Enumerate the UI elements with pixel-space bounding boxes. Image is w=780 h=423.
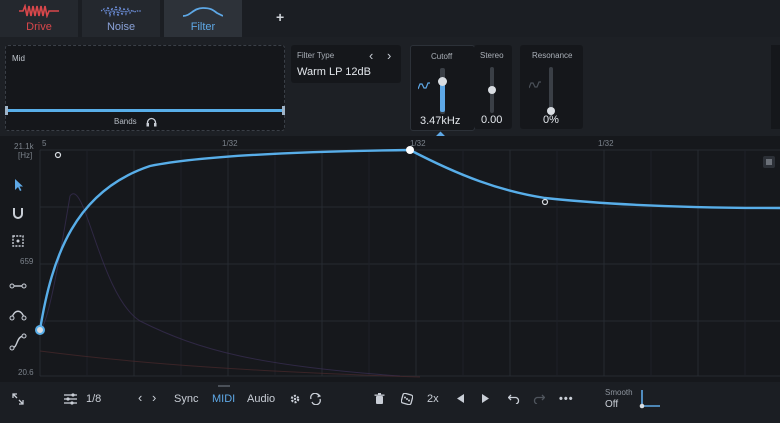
play-reverse-icon[interactable]: [457, 394, 465, 403]
resonance-value[interactable]: 0%: [543, 114, 559, 126]
stereo-slider-knob[interactable]: [488, 86, 496, 94]
envelope-start-point: [35, 325, 45, 335]
filter-type-prev-button[interactable]: ‹: [369, 48, 373, 63]
envelope-handle-2: [541, 198, 549, 206]
x-label-1: 1/32: [222, 139, 238, 148]
tab-filter[interactable]: Filter: [164, 0, 242, 37]
filter-type-label: Filter Type: [297, 51, 335, 60]
tab-noise[interactable]: Noise: [82, 0, 160, 37]
headphones-icon[interactable]: [146, 117, 157, 127]
midi-button[interactable]: MIDI: [212, 393, 235, 405]
draw-tools-column: [0, 162, 34, 362]
y-label-unit: [Hz]: [18, 151, 33, 160]
grid-settings-icon[interactable]: [64, 393, 77, 405]
band-left-handle[interactable]: [5, 106, 8, 115]
multiplier-button[interactable]: 2x: [427, 393, 439, 405]
loop-icon[interactable]: [309, 393, 322, 405]
expand-icon[interactable]: [12, 393, 24, 405]
cutoff-slider-knob[interactable]: [438, 77, 447, 87]
cutoff-panel: Cutoff 3.47kHz: [410, 45, 475, 131]
tab-noise-label: Noise: [106, 21, 136, 33]
line-tool-icon[interactable]: [8, 276, 28, 296]
redo-icon[interactable]: [532, 393, 545, 404]
noise-wave-icon: [101, 4, 141, 18]
cutoff-label: Cutoff: [431, 52, 453, 61]
resonance-label: Resonance: [532, 51, 573, 60]
drive-wave-icon: [19, 4, 59, 18]
dice-icon[interactable]: [401, 393, 413, 405]
spectrum-trace-purple: [39, 193, 401, 377]
gear-icon[interactable]: [289, 393, 301, 405]
envelope-graph[interactable]: [0, 136, 780, 382]
trash-icon[interactable]: [374, 393, 385, 405]
tab-filter-label: Filter: [190, 21, 216, 33]
cutoff-slider-fill: [440, 81, 445, 112]
next-panel-edge: [771, 45, 780, 129]
curve-tool-icon[interactable]: [8, 304, 28, 324]
x-label-2: 1/32: [410, 139, 426, 148]
tab-drive[interactable]: Drive: [0, 0, 78, 37]
tab-drive-label: Drive: [26, 21, 52, 33]
module-tab-bar: Drive Noise Filter +: [0, 0, 780, 37]
audio-button[interactable]: Audio: [247, 393, 275, 405]
stereo-value[interactable]: 0.00: [481, 114, 502, 126]
bands-footer-label: Bands: [114, 117, 137, 126]
filter-type-panel: Filter Type ‹ › Warm LP 12dB: [291, 45, 401, 83]
y-label-top: 21.1k: [14, 142, 34, 151]
band-right-handle[interactable]: [282, 106, 285, 115]
magnet-tool-icon[interactable]: [8, 203, 28, 223]
module-controls-row: Mid Bands Filter Type ‹ › Warm LP 12dB C…: [0, 37, 780, 142]
midi-indicator: [218, 385, 230, 387]
menu-lines-icon[interactable]: [763, 156, 775, 168]
undo-icon[interactable]: [508, 393, 521, 404]
envelope-handle-1: [54, 151, 62, 159]
band-name: Mid: [12, 54, 25, 63]
grid-prev-button[interactable]: ‹: [138, 390, 142, 405]
bottom-toolbar: 1/8 ‹ › Sync MIDI Audio 2x ••• Smooth Of…: [0, 382, 780, 423]
filter-type-next-button[interactable]: ›: [387, 48, 391, 63]
band-range-bar[interactable]: [6, 109, 284, 112]
resonance-panel: Resonance 0%: [520, 45, 583, 129]
select-tool-icon[interactable]: [8, 231, 28, 251]
grid-next-button[interactable]: ›: [152, 390, 156, 405]
filter-type-value[interactable]: Warm LP 12dB: [297, 66, 371, 78]
smooth-label: Smooth: [605, 388, 633, 397]
bands-panel[interactable]: Mid Bands: [5, 45, 285, 131]
smooth-value[interactable]: Off: [605, 399, 618, 410]
lfo-wave-icon[interactable]: [418, 81, 430, 91]
resonance-lfo-icon[interactable]: [529, 80, 541, 90]
add-tab-button[interactable]: +: [276, 9, 284, 25]
more-options-button[interactable]: •••: [559, 393, 574, 405]
grid-value[interactable]: 1/8: [86, 393, 101, 405]
filter-curve-icon: [183, 7, 223, 17]
envelope-curve: [38, 148, 780, 331]
envelope-editor[interactable]: 21.1k [Hz] 659 20.6 5 1/32 1/32 1/32: [0, 136, 780, 382]
sync-button[interactable]: Sync: [174, 393, 198, 405]
pointer-tool-icon[interactable]: [8, 175, 28, 195]
grid-lines: [39, 149, 780, 377]
x-label-0: 5: [42, 139, 47, 148]
s-curve-tool-icon[interactable]: [8, 332, 28, 352]
cutoff-value[interactable]: 3.47kHz: [420, 115, 460, 127]
y-label-bottom: 20.6: [18, 368, 34, 377]
stereo-panel: Stereo 0.00: [474, 45, 512, 129]
stereo-label: Stereo: [480, 51, 504, 60]
smooth-curve-icon[interactable]: [637, 388, 661, 410]
play-icon[interactable]: [482, 394, 490, 403]
x-label-3: 1/32: [598, 139, 614, 148]
